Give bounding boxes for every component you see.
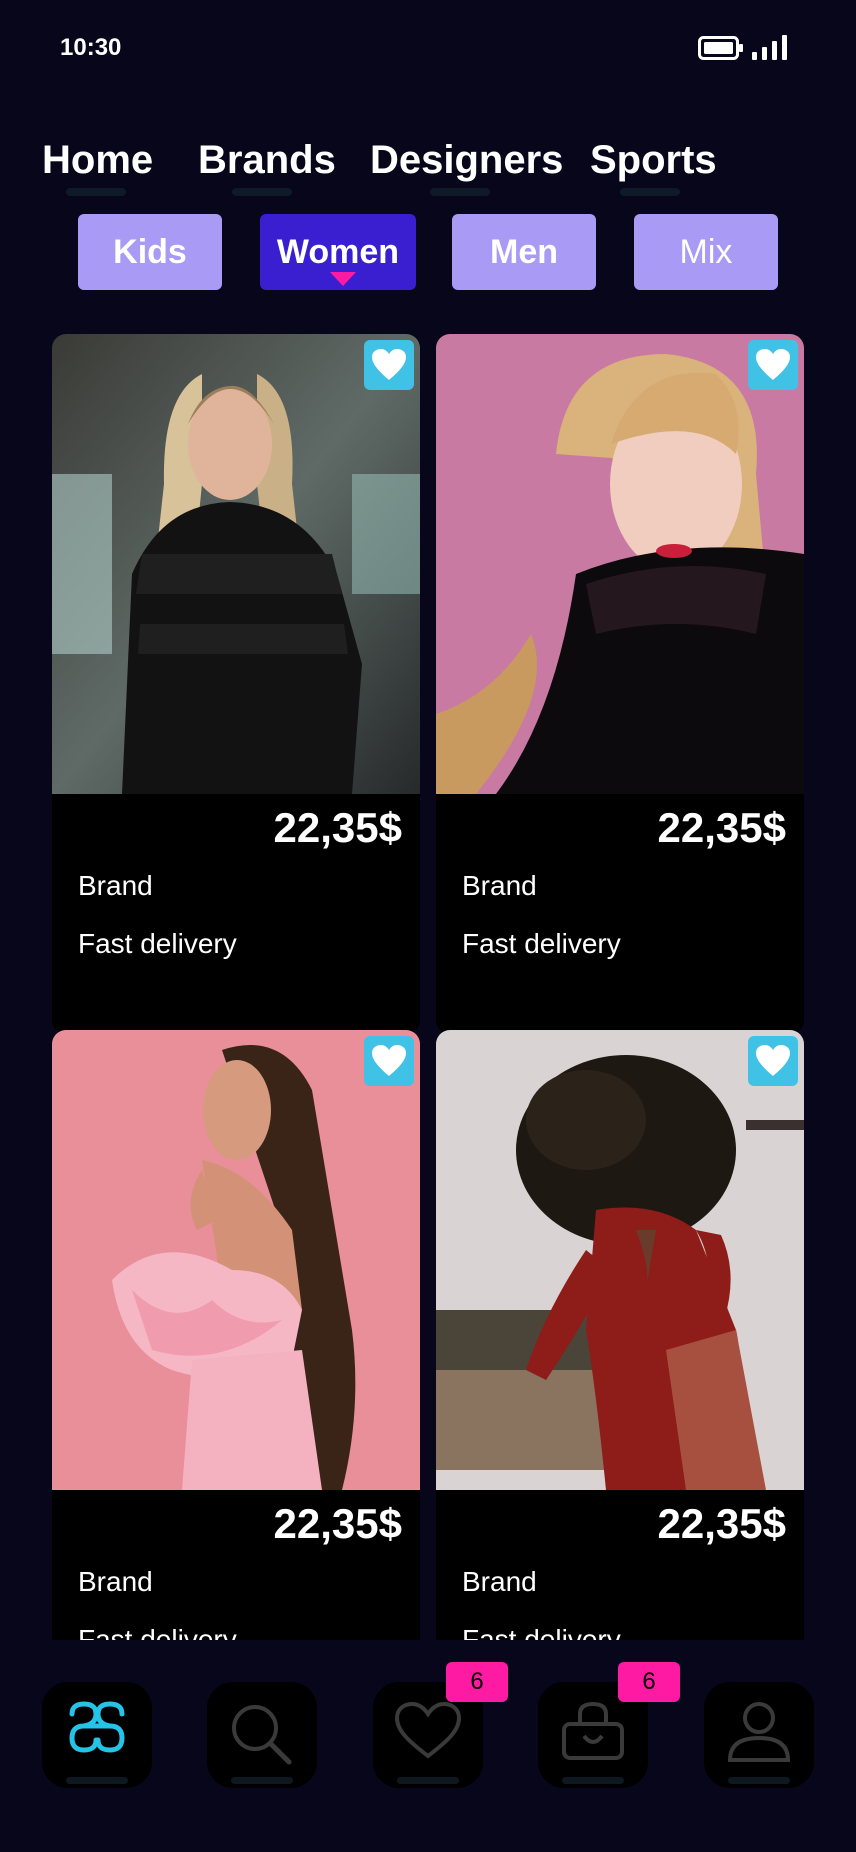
nav-home[interactable]: Home [42,130,153,200]
nav-brands[interactable]: Brands [198,130,336,200]
category-men-label: Men [490,233,558,271]
brand-logo-icon [69,1701,125,1753]
tab-profile[interactable] [704,1682,814,1788]
nav-sports[interactable]: Sports [590,130,717,200]
category-women-label: Women [276,233,400,271]
heart-icon [372,1045,406,1076]
tab-indicator [562,1777,624,1784]
battery-full-icon [698,36,743,60]
product-price: 22,35$ [657,1500,786,1547]
product-image [52,334,420,794]
shopping-bag-icon [562,1701,624,1760]
tab-indicator [397,1777,459,1784]
category-mix-label: Mix [679,233,733,271]
category-kids[interactable]: Kids [78,214,222,290]
nav-designers[interactable]: Designers [370,130,563,200]
favorites-count-badge: 6 [446,1662,508,1702]
favorite-button[interactable] [748,1036,798,1086]
nav-indicator [620,188,680,196]
top-navigation: Home Brands Designers Sports [0,130,856,200]
product-card[interactable]: 22,35$ Brand Fast delivery [52,334,420,1034]
search-icon [232,1705,292,1765]
product-price: 22,35$ [273,804,402,851]
nav-indicator [232,188,292,196]
signal-bars-icon [752,35,787,60]
category-kids-label: Kids [113,233,187,271]
heart-icon [756,349,790,380]
heart-icon [372,349,406,380]
tab-indicator [66,1777,128,1784]
product-price: 22,35$ [657,804,786,851]
product-image [436,1030,804,1490]
nav-home-label: Home [42,138,154,182]
product-card[interactable]: 22,35$ Brand Fast delivery [436,1030,804,1730]
product-delivery: Fast delivery [78,928,237,959]
tab-home[interactable] [42,1682,152,1788]
nav-indicator [430,188,490,196]
product-card[interactable]: 22,35$ Brand Fast delivery [52,1030,420,1730]
category-men[interactable]: Men [452,214,596,290]
category-mix[interactable]: Mix [634,214,778,290]
product-price: 22,35$ [273,1500,402,1547]
favorite-button[interactable] [748,340,798,390]
nav-designers-label: Designers [370,138,564,182]
product-card[interactable]: 22,35$ Brand Fast delivery [436,334,804,1034]
tab-indicator [728,1777,790,1784]
favorite-button[interactable] [364,1036,414,1086]
user-icon [727,1702,791,1762]
favorite-button[interactable] [364,340,414,390]
bag-count-badge: 6 [618,1662,680,1702]
heart-icon [394,1701,462,1759]
tab-search[interactable] [207,1682,317,1788]
nav-sports-label: Sports [590,138,717,182]
product-image [436,334,804,794]
tab-indicator [231,1777,293,1784]
status-time: 10:30 [60,34,122,61]
product-brand: Brand [78,870,153,901]
product-brand: Brand [78,1566,153,1597]
product-brand: Brand [462,1566,537,1597]
status-bar: 10:30 [0,0,856,96]
product-image [52,1030,420,1490]
product-brand: Brand [462,870,537,901]
product-delivery: Fast delivery [462,928,621,959]
selected-marker [330,272,356,286]
heart-icon [756,1045,790,1076]
category-women[interactable]: Women [260,214,416,290]
nav-indicator [66,188,126,196]
nav-brands-label: Brands [198,138,336,182]
